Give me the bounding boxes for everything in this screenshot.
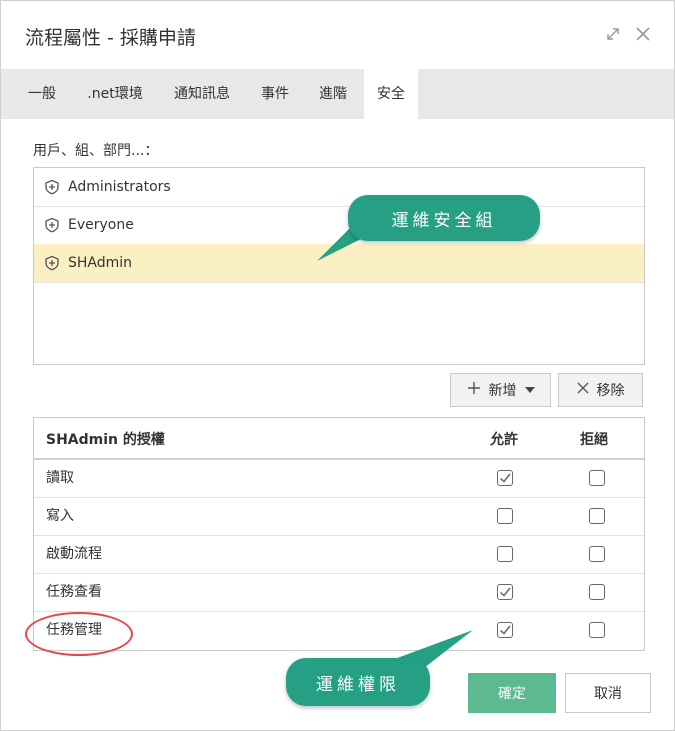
- dialog-title: 流程屬性 - 採購申請: [25, 27, 196, 49]
- tab-security[interactable]: 安全: [364, 69, 418, 119]
- tab-dotnet[interactable]: .net環境: [75, 69, 155, 119]
- table-row: 寫入: [34, 497, 644, 536]
- tab-general[interactable]: 一般: [15, 69, 69, 119]
- table-row: 啟動流程: [34, 535, 644, 574]
- table-row: 讀取: [34, 459, 644, 498]
- allow-checkbox[interactable]: [497, 470, 513, 486]
- callout-security-group: 運維安全組: [348, 195, 540, 241]
- deny-checkbox[interactable]: [589, 546, 605, 562]
- title-controls: [604, 25, 652, 43]
- tab-notification[interactable]: 通知訊息: [161, 69, 243, 119]
- list-item-label: Everyone: [68, 217, 134, 233]
- permission-name: 啟動流程: [46, 546, 102, 562]
- remove-button[interactable]: 移除: [558, 373, 643, 407]
- ok-button[interactable]: 確定: [468, 673, 556, 713]
- tab-bar: 一般 .net環境 通知訊息 事件 進階 安全: [1, 69, 674, 119]
- permission-table-header: SHAdmin 的授權 允許 拒絕: [34, 418, 644, 460]
- permission-name: 任務查看: [46, 584, 102, 600]
- tab-advanced[interactable]: 進階: [307, 69, 359, 119]
- process-properties-dialog: 流程屬性 - 採購申請 一般 .net環境 通知訊息 事件 進階 安全 用戶、組…: [0, 0, 675, 731]
- shield-icon: [44, 255, 60, 271]
- maximize-icon[interactable]: [604, 25, 622, 43]
- x-icon: [577, 382, 589, 398]
- allow-checkbox[interactable]: [497, 584, 513, 600]
- permission-header-name: SHAdmin 的授權: [46, 432, 165, 448]
- shield-icon: [44, 179, 60, 195]
- remove-button-label: 移除: [596, 383, 625, 399]
- plus-icon: [467, 381, 481, 399]
- deny-checkbox[interactable]: [589, 584, 605, 600]
- list-item-label: Administrators: [68, 179, 171, 195]
- allow-checkbox[interactable]: [497, 546, 513, 562]
- deny-checkbox[interactable]: [589, 622, 605, 638]
- list-item-label: SHAdmin: [68, 255, 133, 271]
- shield-icon: [44, 217, 60, 233]
- deny-checkbox[interactable]: [589, 470, 605, 486]
- allow-checkbox[interactable]: [497, 508, 513, 524]
- deny-checkbox[interactable]: [589, 508, 605, 524]
- allow-header: 允許: [490, 432, 518, 448]
- table-row: 任務查看: [34, 573, 644, 612]
- deny-header: 拒絕: [580, 432, 608, 448]
- permission-table: SHAdmin 的授權 允許 拒絕 讀取 寫入 啟動流程 任務查看 任務管理: [33, 417, 645, 651]
- add-button[interactable]: 新增: [450, 373, 551, 407]
- permission-name: 讀取: [46, 470, 74, 486]
- permission-name: 寫入: [46, 508, 74, 524]
- users-label: 用戶、組、部門...：: [33, 143, 159, 159]
- tab-events[interactable]: 事件: [249, 69, 301, 119]
- callout-permission: 運維權限: [286, 658, 430, 706]
- allow-checkbox[interactable]: [497, 622, 513, 638]
- cancel-button[interactable]: 取消: [565, 673, 651, 713]
- list-item[interactable]: Administrators: [34, 168, 644, 207]
- close-icon[interactable]: [634, 25, 652, 43]
- add-button-label: 新增: [488, 383, 517, 399]
- highlight-ring: [25, 612, 133, 656]
- caret-down-icon: [524, 382, 535, 398]
